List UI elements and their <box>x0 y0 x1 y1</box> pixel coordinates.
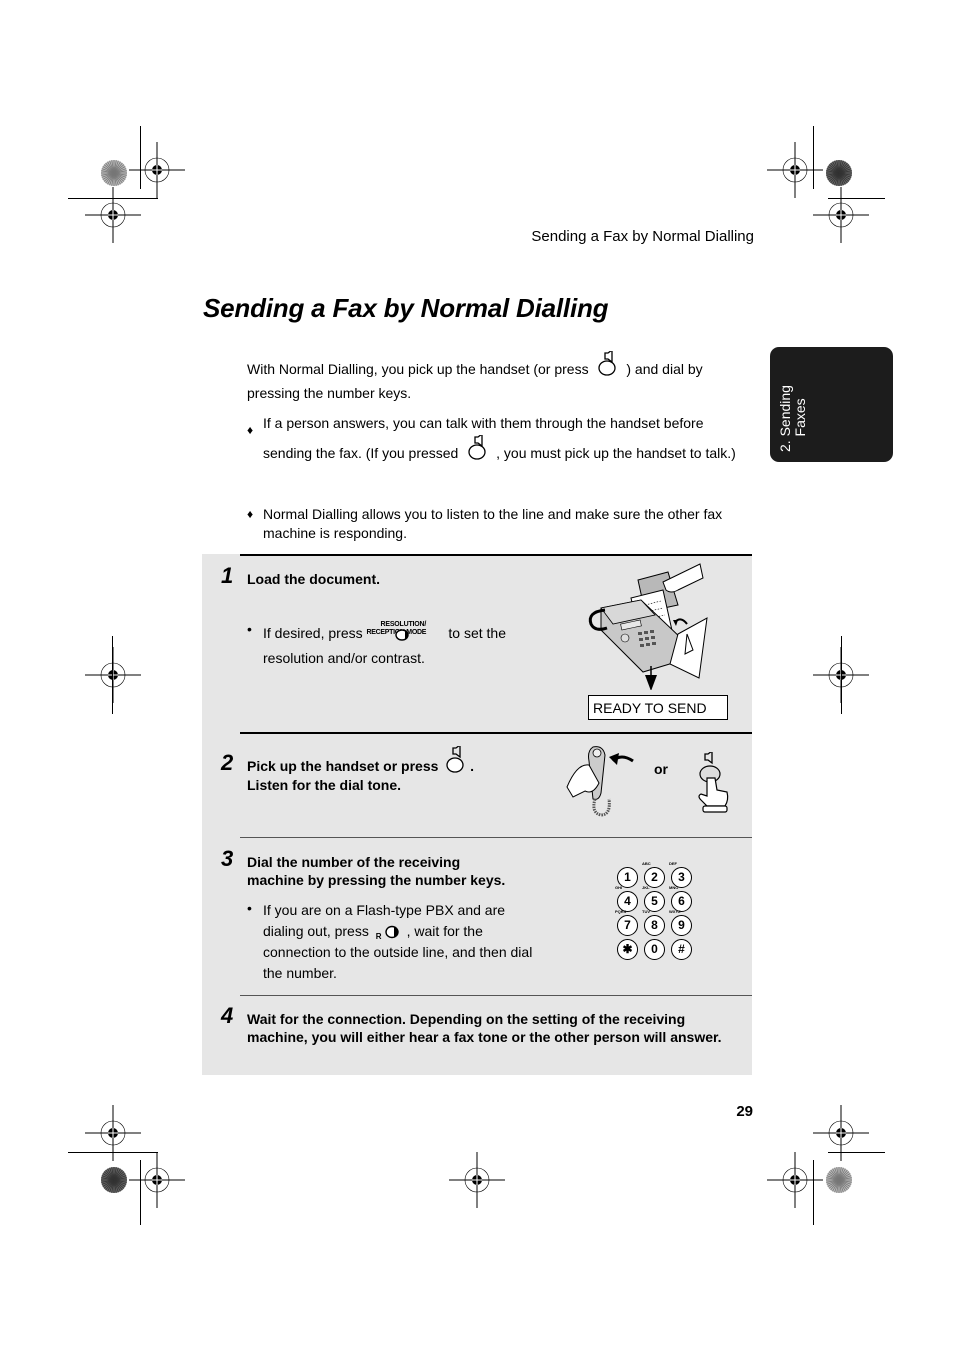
step-instruction: Pick up the handset or press . Listen fo… <box>247 746 547 794</box>
keypad-key-letters: PQRS <box>615 909 627 914</box>
keypad-key: ✱ <box>617 939 638 960</box>
step-number: 2 <box>221 750 234 775</box>
bullet-text: Normal Dialling allows you to listen to … <box>263 506 723 541</box>
keypad-key-letters: TUV <box>642 909 650 914</box>
bullet-marker: ♦ <box>247 423 254 437</box>
keypad-key-letters: DEF <box>669 861 677 866</box>
speaker-button-press-illustration <box>698 752 729 813</box>
keypad-key-letters: GHI <box>615 885 623 890</box>
chapter-side-tab-label: 2. Sending Faxes <box>777 385 808 452</box>
bullet-text-after: , you must pick up the handset to talk.) <box>496 445 736 461</box>
keypad-key-letters: ABC <box>642 861 651 866</box>
registration-target-icon <box>85 647 141 703</box>
step-divider <box>240 995 752 996</box>
registration-target-icon <box>767 1152 823 1208</box>
intro-paragraph: With Normal Dialling, you pick up the ha… <box>247 351 747 405</box>
bullet-item: ♦ If a person answers, you can talk with… <box>247 414 747 494</box>
step-sub-item: • If you are on a Flash-type PBX and are… <box>247 900 547 981</box>
step-divider <box>240 732 752 734</box>
or-label: or <box>654 761 668 777</box>
page-number: 29 <box>736 1103 753 1120</box>
speaker-button-icon <box>462 435 492 463</box>
step-sub-item: • If desired, press RESOLUTION/ RECEPTIO… <box>247 612 547 672</box>
fax-machine-illustration <box>588 563 708 690</box>
keypad-key: # <box>671 939 692 960</box>
step-number: 4 <box>221 1003 234 1028</box>
step-number: 1 <box>221 563 234 588</box>
step-divider <box>240 837 752 838</box>
intro-text-before: With Normal Dialling, you pick up the ha… <box>247 361 589 377</box>
keypad-key-letters: JKL <box>642 885 650 890</box>
keypad-key: 8 <box>644 915 665 936</box>
crop-line <box>841 636 842 714</box>
bullet-item: ♦ Normal Dialling allows you to listen t… <box>247 505 747 545</box>
step-instruction: Wait for the connection. Depending on th… <box>247 1011 722 1045</box>
display-readout: READY TO SEND <box>588 695 728 720</box>
step-instruction: Dial the number of the receiving machine… <box>247 854 506 888</box>
page-title: Sending a Fax by Normal Dialling <box>203 293 609 323</box>
color-registration-disc-icon <box>826 1167 852 1193</box>
registration-target-icon <box>813 187 869 243</box>
sub-text-before: If desired, press <box>263 625 363 641</box>
running-head: Sending a Fax by Normal Dialling <box>531 228 754 245</box>
step-divider <box>240 554 752 556</box>
bullet-marker: ♦ <box>247 507 254 521</box>
keypad-key: 0 <box>644 939 665 960</box>
chapter-side-tab: 2. Sending Faxes <box>770 347 893 462</box>
sub-bullet-marker: • <box>247 621 252 637</box>
keypad-key: 7 <box>617 915 638 936</box>
resolution-reception-mode-button-icon: RESOLUTION/ RECEPTION MODE <box>367 621 445 641</box>
registration-target-icon <box>129 1152 185 1208</box>
r-flash-button-icon: R <box>373 925 403 941</box>
speaker-button-icon <box>442 746 466 776</box>
registration-target-icon <box>449 1152 505 1208</box>
step-number: 3 <box>221 846 234 871</box>
crop-line <box>140 1160 141 1225</box>
crop-line <box>828 1152 885 1153</box>
crop-line <box>112 636 113 714</box>
registration-target-icon <box>85 187 141 243</box>
number-keypad: 1 2 ABC 3 DEF 4 GHI 5 JKL 6 MNO 7 PQRS 8 TUV 9 WXYZ ✱ 0 # <box>615 861 699 963</box>
step-instruction: Load the document. <box>247 571 380 587</box>
keypad-key-letters: MNO <box>669 885 679 890</box>
keypad-key-letters: WXYZ <box>669 909 681 914</box>
sub-bullet-marker: • <box>247 900 252 916</box>
handset-lift-illustration <box>566 746 634 817</box>
keypad-key: 9 <box>671 915 692 936</box>
crop-line <box>813 1160 814 1225</box>
speaker-button-icon <box>592 351 622 379</box>
